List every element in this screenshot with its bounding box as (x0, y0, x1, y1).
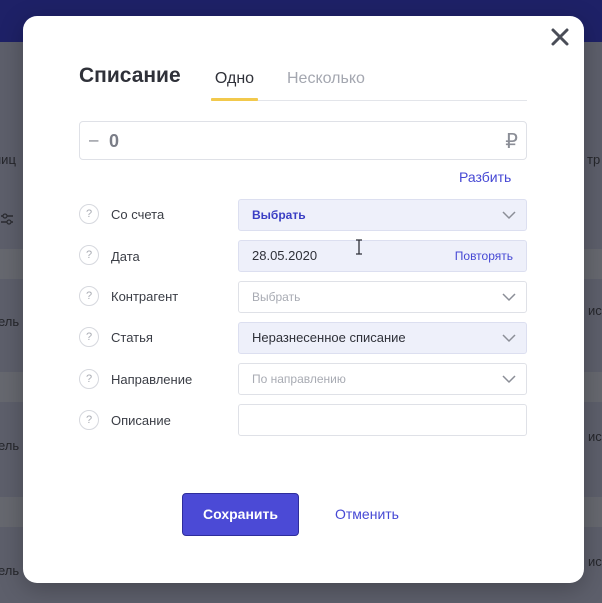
date-field[interactable]: 28.05.2020 Повторять (238, 240, 527, 272)
date-value: 28.05.2020 (252, 248, 318, 263)
tab-single-label: Одно (214, 70, 255, 87)
help-icon[interactable]: ? (79, 410, 99, 430)
tab-single[interactable]: Одно (211, 70, 258, 101)
amount-sign: – (89, 130, 99, 149)
category-label: Статья (111, 330, 153, 345)
description-input[interactable] (238, 404, 527, 436)
chevron-down-icon (502, 211, 516, 220)
tab-multiple-label: Несколько (287, 70, 365, 87)
account-select-value: Выбрать (252, 208, 306, 222)
counterparty-label: Контрагент (111, 289, 179, 304)
counterparty-placeholder: Выбрать (252, 290, 301, 304)
direction-placeholder: По направлению (252, 372, 346, 386)
help-icon[interactable]: ? (79, 286, 99, 306)
help-icon[interactable]: ? (79, 204, 99, 224)
chevron-down-icon (502, 375, 516, 384)
description-label: Описание (111, 413, 171, 428)
background-text: ис (588, 429, 602, 444)
background-text: ель (0, 314, 20, 329)
account-select[interactable]: Выбрать (238, 199, 527, 231)
split-link[interactable]: Разбить (459, 169, 511, 185)
background-text: ис (588, 303, 602, 318)
direction-select[interactable]: По направлению (238, 363, 527, 395)
cancel-button[interactable]: Отменить (335, 506, 399, 522)
ruble-icon: ₽ (505, 131, 518, 153)
background-text: ель (0, 563, 20, 578)
background-text: ниц (0, 152, 16, 167)
background-text: ис (588, 554, 602, 569)
tab-multiple[interactable]: Несколько (287, 70, 365, 101)
chevron-down-icon (502, 293, 516, 302)
background-text: тр (587, 152, 601, 167)
counterparty-select[interactable]: Выбрать (238, 281, 527, 313)
direction-label: Направление (111, 372, 193, 387)
tabs-divider (211, 100, 527, 101)
amount-input[interactable]: – 0 ₽ (79, 121, 527, 160)
close-icon[interactable] (548, 25, 572, 49)
help-icon[interactable]: ? (79, 327, 99, 347)
date-label: Дата (111, 249, 140, 264)
help-icon[interactable]: ? (79, 245, 99, 265)
repeat-link[interactable]: Повторять (455, 241, 513, 271)
category-value: Неразнесенное списание (252, 330, 406, 345)
save-button[interactable]: Сохранить (182, 493, 299, 536)
text-cursor-icon (356, 239, 362, 255)
dialog-title: Списание (79, 64, 181, 87)
chevron-down-icon (502, 334, 516, 343)
active-tab-indicator (211, 98, 258, 101)
account-label: Со счета (111, 207, 165, 222)
category-select[interactable]: Неразнесенное списание (238, 322, 527, 354)
amount-value: 0 (109, 131, 120, 151)
background-filter-icon (1, 213, 13, 225)
background-text: ель (0, 438, 20, 453)
help-icon[interactable]: ? (79, 369, 99, 389)
